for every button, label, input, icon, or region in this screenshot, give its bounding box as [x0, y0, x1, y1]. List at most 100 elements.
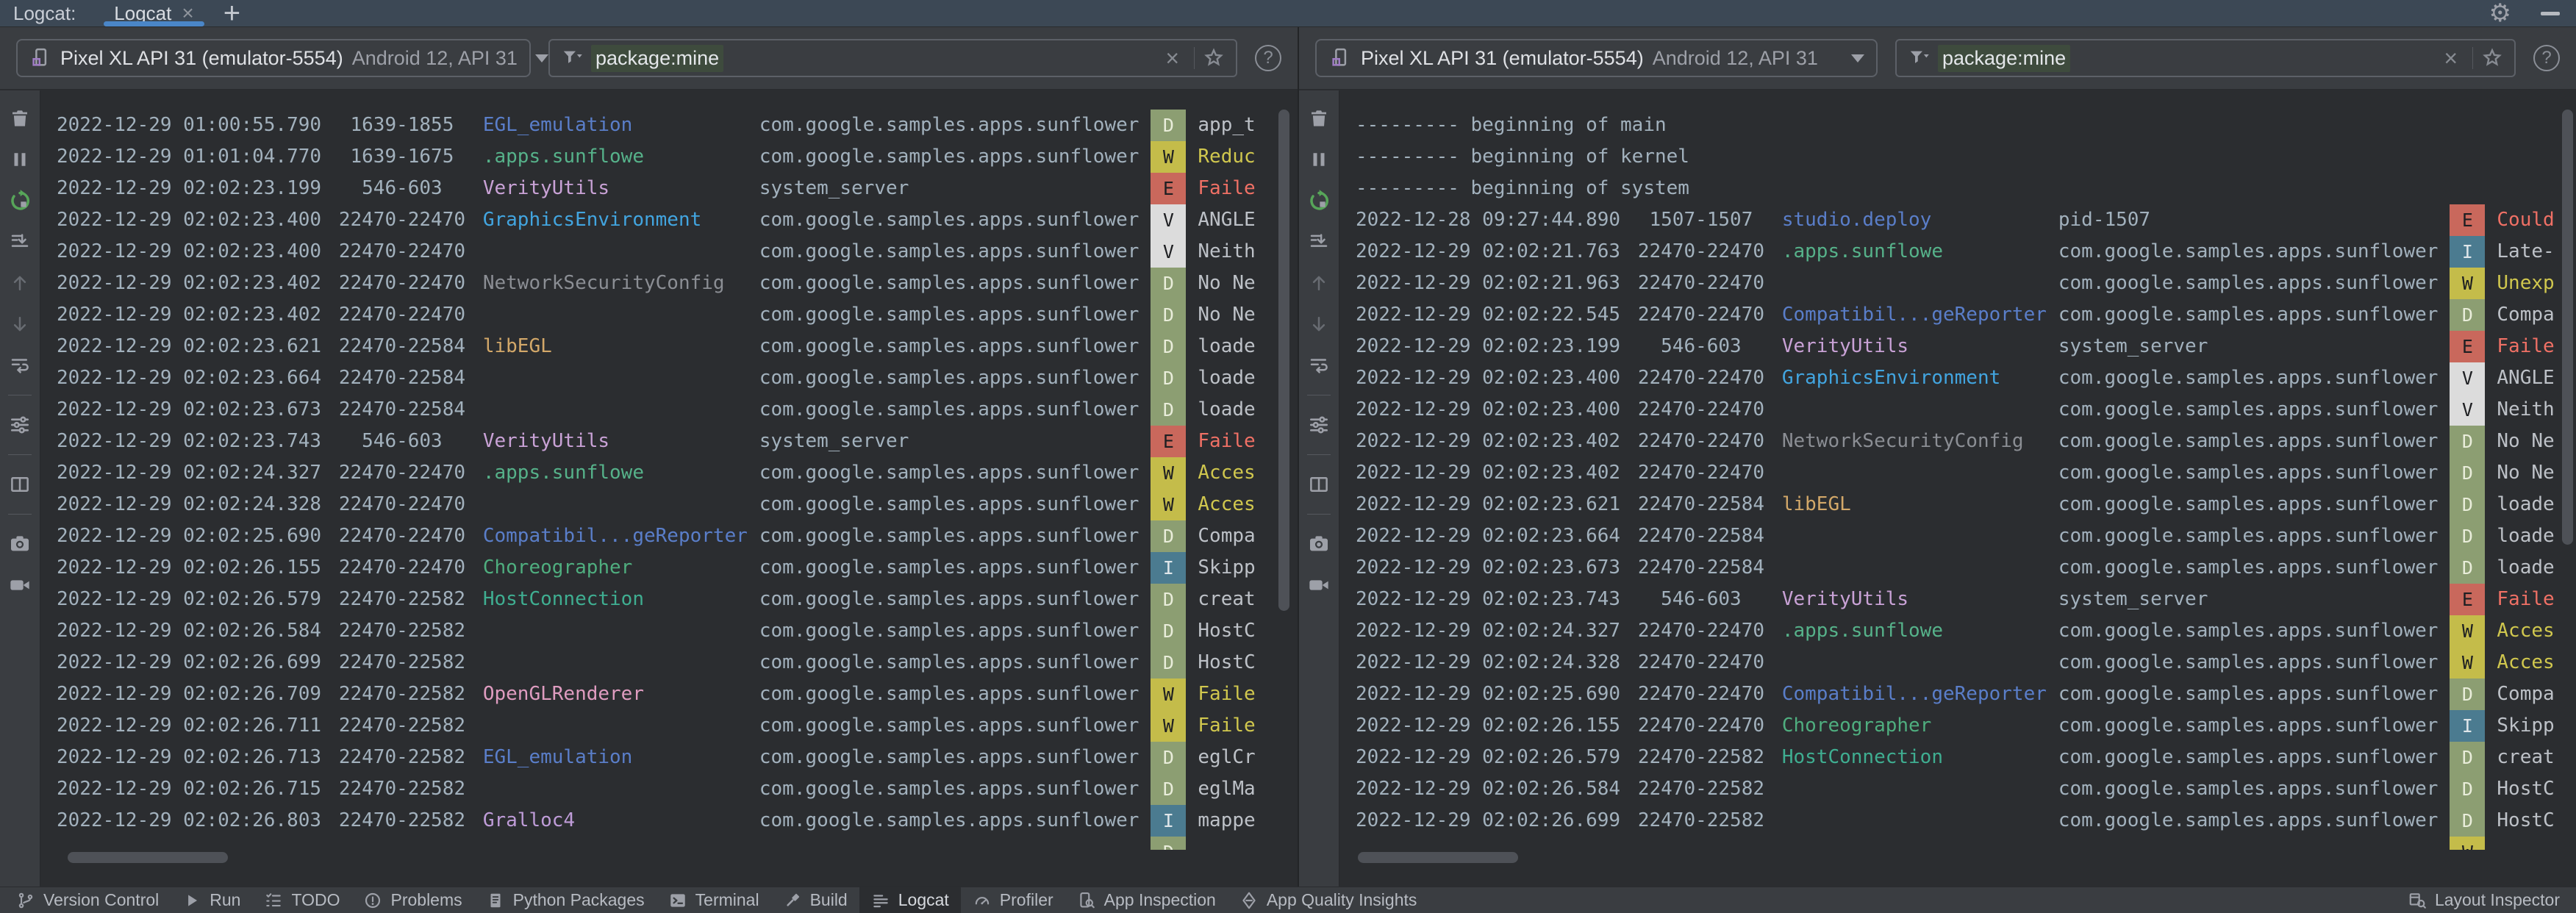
log-row[interactable]: 2022-12-29 02:02:24.328 22470-22470 com.go…: [57, 489, 1284, 520]
help-icon[interactable]: ?: [2533, 45, 2560, 71]
log-row[interactable]: D: [57, 837, 1284, 850]
filter-input[interactable]: package:mine ×: [1895, 39, 2516, 77]
vertical-scrollbar[interactable]: [2562, 110, 2573, 545]
log-row[interactable]: --------- beginning of main: [1356, 110, 2563, 141]
log-row[interactable]: 2022-12-29 02:02:21.763 22470-22470 .apps.…: [1356, 236, 2563, 268]
configure-logcat-icon[interactable]: [8, 413, 32, 437]
device-selector[interactable]: Pixel XL API 31 (emulator-5554) Android …: [16, 39, 548, 77]
log-row[interactable]: 2022-12-29 02:02:26.709 22470-22582 OpenGL…: [57, 679, 1284, 710]
log-row[interactable]: 2022-12-29 02:02:22.545 22470-22470 Compat…: [1356, 299, 2563, 331]
log-row[interactable]: 2022-12-29 02:02:26.715 22470-22582 com.go…: [57, 773, 1284, 805]
vertical-scrollbar[interactable]: [1278, 110, 1289, 611]
log-row[interactable]: 2022-12-29 02:02:23.743 546-603 VerityUtil…: [1356, 584, 2563, 615]
device-selector[interactable]: Pixel XL API 31 (emulator-5554) Android …: [1315, 39, 1878, 77]
pause-logcat-icon[interactable]: [8, 148, 32, 171]
log-row[interactable]: 2022-12-29 02:02:26.584 22470-22582 com.go…: [1356, 773, 2563, 805]
next-occurrence-icon[interactable]: [1307, 312, 1331, 336]
log-row[interactable]: 2022-12-29 01:01:04.770 1639-1675 .apps.su…: [57, 141, 1284, 173]
close-icon[interactable]: ×: [182, 3, 193, 24]
soft-wrap-icon[interactable]: [1307, 354, 1331, 377]
favorite-star-icon[interactable]: [1202, 46, 1226, 70]
scroll-to-end-icon[interactable]: [1307, 230, 1331, 254]
horizontal-scrollbar[interactable]: [1358, 852, 1518, 863]
clear-filter-icon[interactable]: ×: [1158, 46, 1187, 70]
log-row[interactable]: 2022-12-29 02:02:23.621 22470-22584 libEGL…: [1356, 489, 2563, 520]
log-row[interactable]: 2022-12-29 02:02:26.713 22470-22582 EGL_em…: [57, 742, 1284, 773]
log-row[interactable]: 2022-12-29 02:02:21.963 22470-22470 com.go…: [1356, 268, 2563, 299]
favorite-star-icon[interactable]: [2480, 46, 2504, 70]
log-row[interactable]: 2022-12-29 02:02:26.584 22470-22582 com.go…: [57, 615, 1284, 647]
log-row[interactable]: 2022-12-29 02:02:23.402 22470-22470 com.go…: [57, 299, 1284, 331]
next-occurrence-icon[interactable]: [8, 312, 32, 336]
clear-filter-icon[interactable]: ×: [2436, 46, 2465, 70]
log-row[interactable]: --------- beginning of kernel: [1356, 141, 2563, 173]
log-row[interactable]: W: [1356, 837, 2563, 850]
log-row[interactable]: 2022-12-29 02:02:23.400 22470-22470 Graphi…: [57, 204, 1284, 236]
statusbar-item-build[interactable]: Build: [771, 887, 859, 913]
log-row[interactable]: 2022-12-28 09:27:44.890 1507-1507 studio.d…: [1356, 204, 2563, 236]
pause-logcat-icon[interactable]: [1307, 148, 1331, 171]
record-screen-icon[interactable]: [1307, 573, 1331, 597]
clear-logcat-icon[interactable]: [8, 107, 32, 130]
restart-logcat-icon[interactable]: [1307, 189, 1331, 212]
log-row[interactable]: 2022-12-29 02:02:23.664 22470-22584 com.go…: [57, 362, 1284, 394]
log-row[interactable]: 2022-12-29 02:02:26.803 22470-22582 Grallo…: [57, 805, 1284, 837]
hide-icon[interactable]: [2541, 11, 2560, 15]
statusbar-item-profiler[interactable]: Profiler: [961, 887, 1065, 913]
horizontal-scrollbar[interactable]: [68, 852, 228, 863]
log-row[interactable]: 2022-12-29 02:02:24.327 22470-22470 .apps.…: [57, 457, 1284, 489]
log-row[interactable]: 2022-12-29 02:02:25.690 22470-22470 Compat…: [1356, 679, 2563, 710]
take-screenshot-icon[interactable]: [1307, 532, 1331, 556]
log-row[interactable]: 2022-12-29 02:02:23.743 546-603 VerityUtil…: [57, 426, 1284, 457]
log-row[interactable]: 2022-12-29 02:02:23.673 22470-22584 com.go…: [57, 394, 1284, 426]
log-row[interactable]: 2022-12-29 02:02:26.699 22470-22582 com.go…: [57, 647, 1284, 679]
log-row[interactable]: 2022-12-29 02:02:23.400 22470-22470 com.go…: [57, 236, 1284, 268]
log-row[interactable]: 2022-12-29 02:02:23.400 22470-22470 Graphi…: [1356, 362, 2563, 394]
statusbar-item-python-packages[interactable]: Python Packages: [474, 887, 656, 913]
log-row[interactable]: 2022-12-29 02:02:26.155 22470-22470 Choreo…: [1356, 710, 2563, 742]
log-row[interactable]: 2022-12-29 02:02:26.699 22470-22582 com.go…: [1356, 805, 2563, 837]
log-row[interactable]: 2022-12-29 02:02:26.579 22470-22582 HostCo…: [57, 584, 1284, 615]
previous-occurrence-icon[interactable]: [1307, 271, 1331, 295]
statusbar-item-app-inspection[interactable]: App Inspection: [1065, 887, 1228, 913]
log-row[interactable]: 2022-12-29 02:02:23.402 22470-22470 com.go…: [1356, 457, 2563, 489]
log-row[interactable]: 2022-12-29 02:02:23.402 22470-22470 Networ…: [57, 268, 1284, 299]
log-row[interactable]: 2022-12-29 02:02:26.155 22470-22470 Choreo…: [57, 552, 1284, 584]
scroll-to-end-icon[interactable]: [8, 230, 32, 254]
statusbar-item-version-control[interactable]: Version Control: [4, 887, 171, 913]
split-panels-icon[interactable]: [8, 473, 32, 496]
statusbar-item-todo[interactable]: TODO: [252, 887, 351, 913]
soft-wrap-icon[interactable]: [8, 354, 32, 377]
clear-logcat-icon[interactable]: [1307, 107, 1331, 130]
tab-logcat[interactable]: Logcat ×: [104, 0, 204, 26]
log-row[interactable]: 2022-12-29 02:02:23.402 22470-22470 Networ…: [1356, 426, 2563, 457]
log-row[interactable]: --------- beginning of system: [1356, 173, 2563, 204]
log-row[interactable]: 2022-12-29 02:02:26.579 22470-22582 HostCo…: [1356, 742, 2563, 773]
statusbar-item-terminal[interactable]: Terminal: [656, 887, 771, 913]
log-row[interactable]: 2022-12-29 02:02:23.400 22470-22470 com.go…: [1356, 394, 2563, 426]
statusbar-item-layout-inspector[interactable]: Layout Inspector: [2396, 887, 2572, 913]
log-row[interactable]: 2022-12-29 02:02:23.199 546-603 VerityUtil…: [57, 173, 1284, 204]
help-icon[interactable]: ?: [1255, 45, 1281, 71]
statusbar-item-logcat[interactable]: Logcat: [859, 887, 961, 913]
statusbar-item-run[interactable]: Run: [171, 887, 252, 913]
take-screenshot-icon[interactable]: [8, 532, 32, 556]
log-row[interactable]: 2022-12-29 01:00:55.790 1639-1855 EGL_emul…: [57, 110, 1284, 141]
statusbar-item-problems[interactable]: Problems: [351, 887, 473, 913]
split-panels-icon[interactable]: [1307, 473, 1331, 496]
log-row[interactable]: 2022-12-29 02:02:23.664 22470-22584 com.go…: [1356, 520, 2563, 552]
configure-logcat-icon[interactable]: [1307, 413, 1331, 437]
log-row[interactable]: 2022-12-29 02:02:24.328 22470-22470 com.go…: [1356, 647, 2563, 679]
gear-icon[interactable]: ⚙: [2489, 0, 2511, 28]
previous-occurrence-icon[interactable]: [8, 271, 32, 295]
restart-logcat-icon[interactable]: [8, 189, 32, 212]
statusbar-item-app-quality-insights[interactable]: App Quality Insights: [1228, 887, 1429, 913]
filter-input[interactable]: package:mine ×: [548, 39, 1237, 77]
log-row[interactable]: 2022-12-29 02:02:23.621 22470-22584 libEGL…: [57, 331, 1284, 362]
log-row[interactable]: 2022-12-29 02:02:23.199 546-603 VerityUtil…: [1356, 331, 2563, 362]
log-row[interactable]: 2022-12-29 02:02:24.327 22470-22470 .apps.…: [1356, 615, 2563, 647]
record-screen-icon[interactable]: [8, 573, 32, 597]
log-row[interactable]: 2022-12-29 02:02:26.711 22470-22582 com.go…: [57, 710, 1284, 742]
log-row[interactable]: 2022-12-29 02:02:25.690 22470-22470 Compat…: [57, 520, 1284, 552]
add-tab-button[interactable]: +: [223, 0, 240, 28]
